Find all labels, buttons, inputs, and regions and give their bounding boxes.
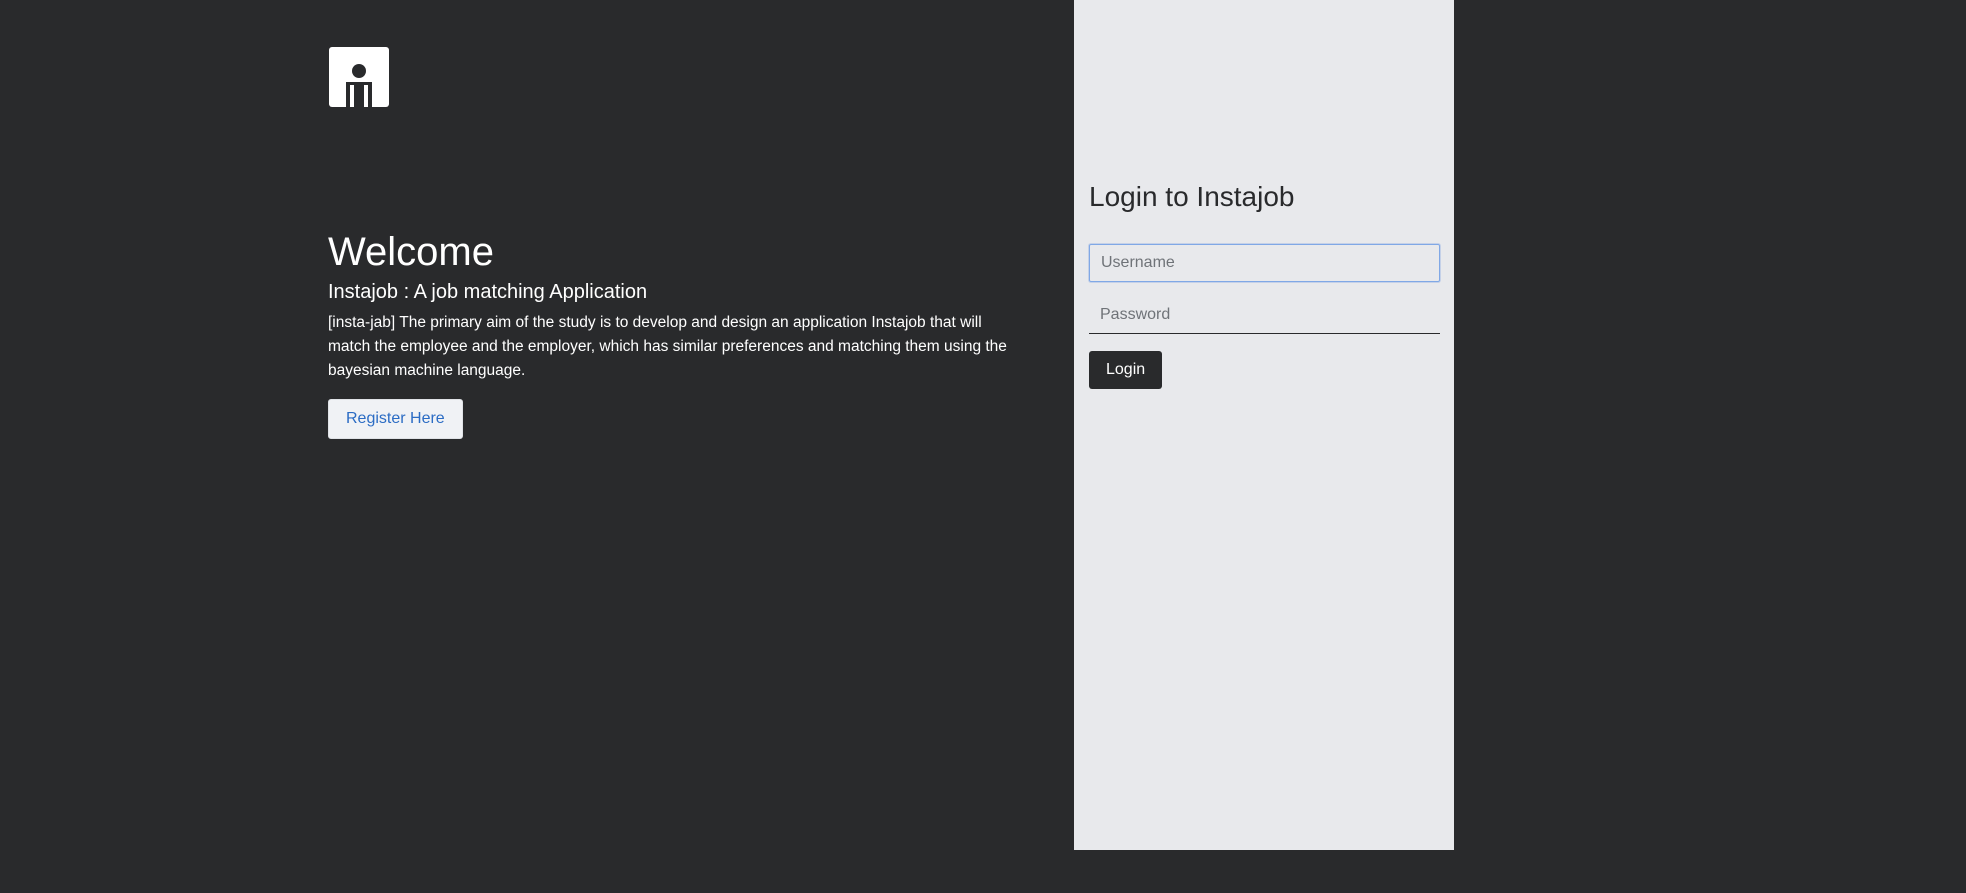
app-tagline: Instajob : A job matching Application — [328, 281, 648, 303]
login-button[interactable]: Login — [1089, 351, 1163, 389]
app-logo — [329, 47, 389, 107]
register-button[interactable]: Register Here — [328, 399, 463, 439]
username-input[interactable] — [1089, 244, 1440, 282]
welcome-section: Welcome Instajob : A job matching Applic… — [328, 226, 1018, 439]
welcome-heading: Welcome — [328, 230, 494, 274]
app-description: [insta-jab] The primary aim of the study… — [328, 314, 1007, 379]
login-panel: Login to Instajob Login — [1074, 0, 1454, 850]
login-title: Login to Instajob — [1089, 181, 1295, 212]
person-at-desk-icon — [346, 64, 372, 107]
password-input[interactable] — [1089, 296, 1440, 334]
